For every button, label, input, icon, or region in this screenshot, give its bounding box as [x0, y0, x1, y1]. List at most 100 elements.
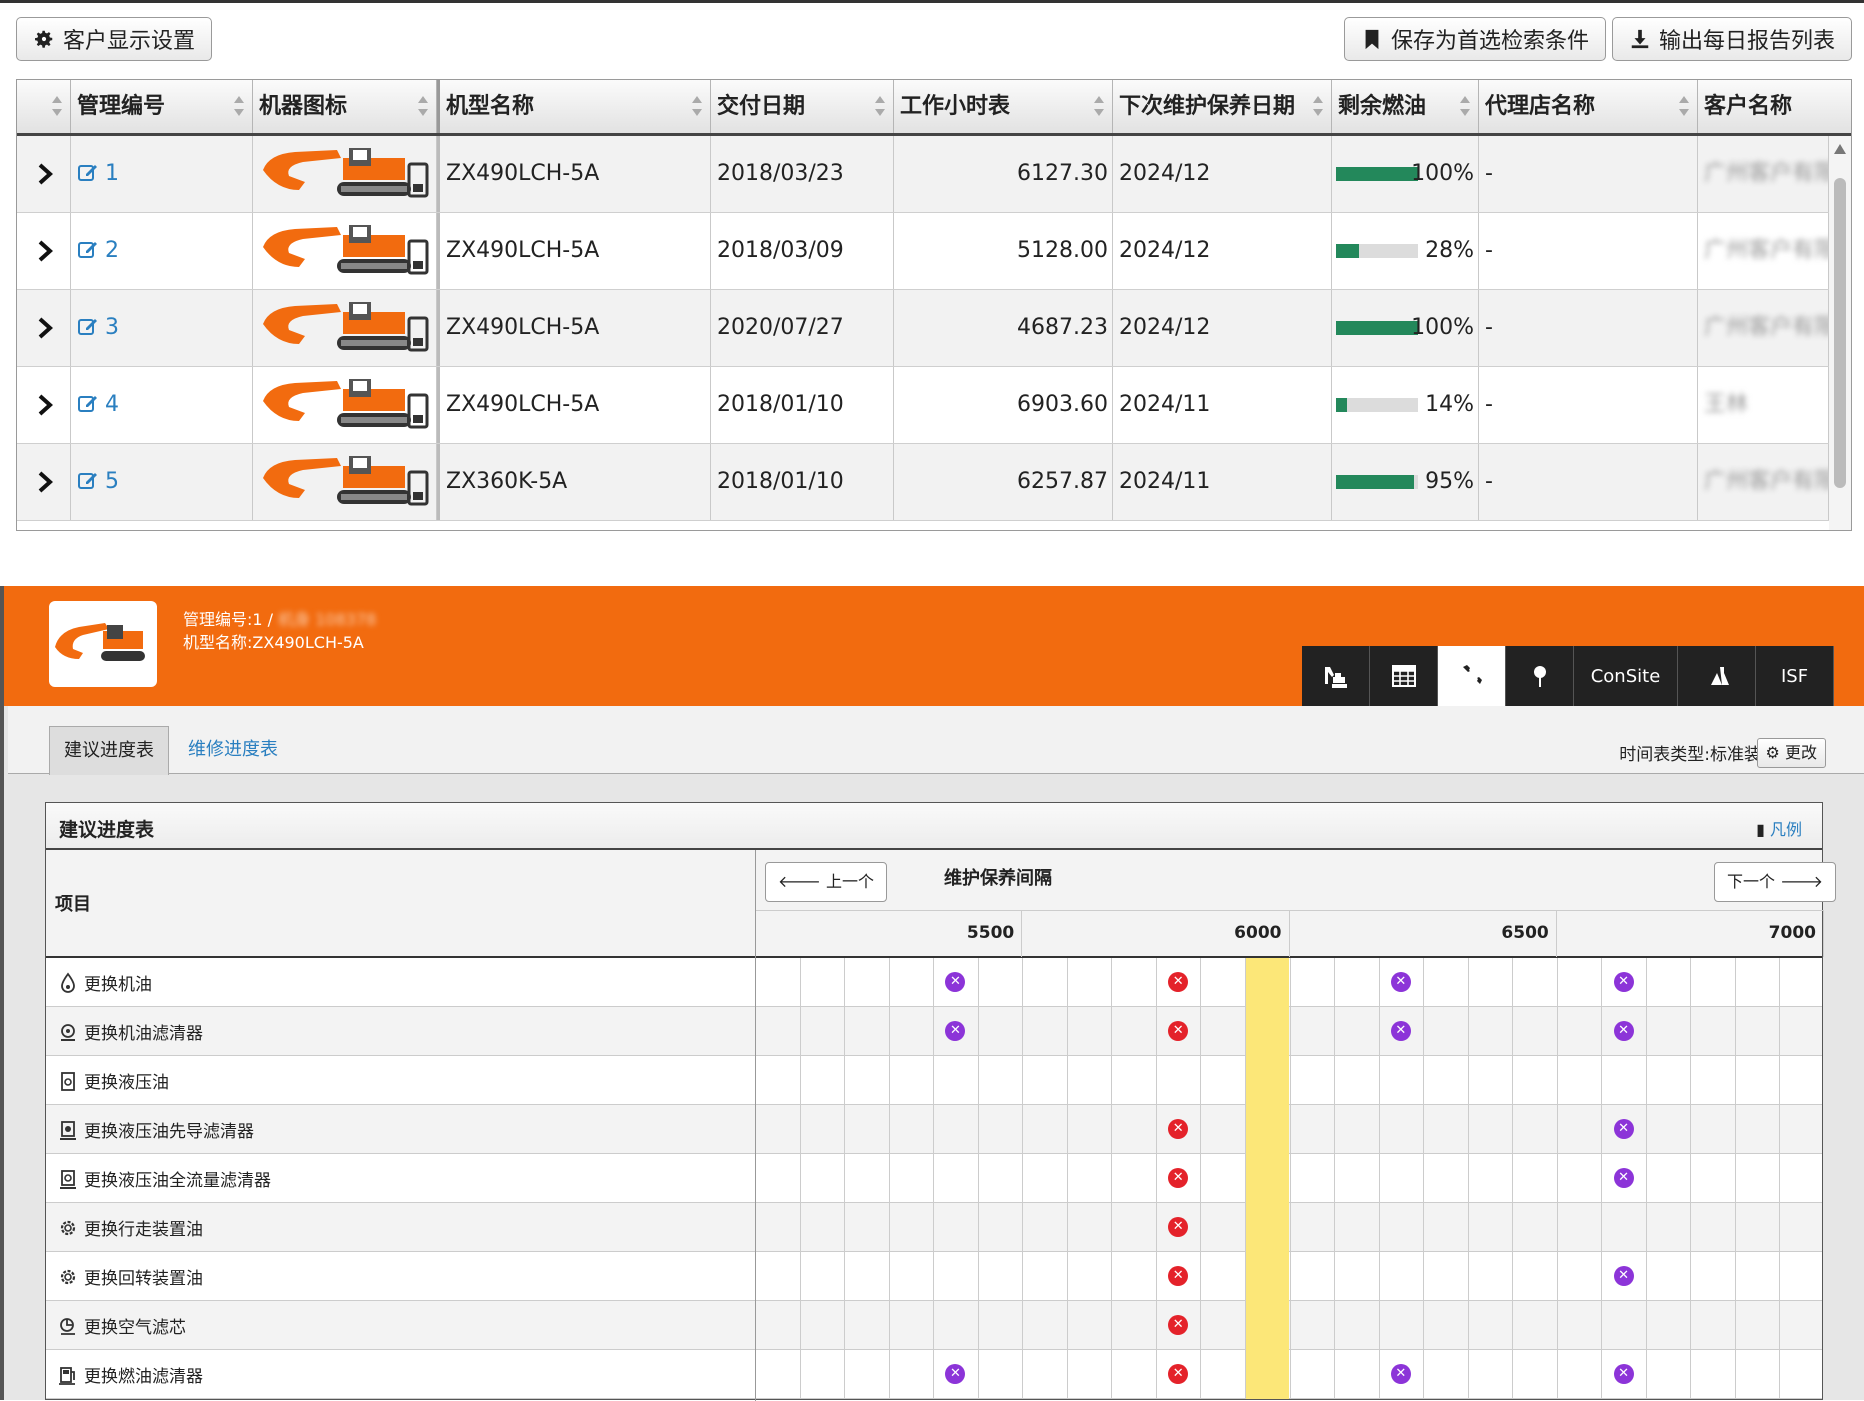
sort-icon[interactable] — [52, 94, 62, 118]
table-icon — [1391, 665, 1416, 687]
maintenance-marker-purple[interactable]: ✕ — [1613, 972, 1634, 992]
scroll-up-icon[interactable] — [1834, 144, 1846, 154]
customer-display-settings-button[interactable]: 客户显示设置 — [16, 17, 213, 61]
tab-table[interactable] — [1370, 646, 1438, 706]
grid-line — [1645, 1154, 1647, 1203]
maintenance-marker-purple[interactable]: ✕ — [1613, 1364, 1634, 1384]
header-customer[interactable]: 客户名称 — [1698, 80, 1851, 133]
save-search-button[interactable]: 保存为首选检索条件 — [1344, 17, 1607, 61]
grid-line — [1334, 1252, 1336, 1301]
grid-line — [1690, 1350, 1692, 1399]
vertical-scrollbar[interactable] — [1829, 136, 1851, 530]
edit-link[interactable]: 3 — [77, 315, 119, 340]
edit-link[interactable]: 1 — [77, 161, 119, 186]
subtab-repair[interactable]: 维修进度表 — [174, 726, 292, 775]
sort-icon[interactable] — [875, 94, 885, 118]
cell-expand[interactable] — [17, 290, 71, 366]
sort-icon[interactable] — [1094, 94, 1104, 118]
maintenance-marker-purple[interactable]: ✕ — [1613, 1168, 1634, 1188]
header-mgmt-no[interactable]: 管理编号 — [71, 80, 253, 133]
change-button[interactable]: ⚙ 更改 — [1756, 738, 1826, 768]
chevron-right-icon[interactable] — [35, 162, 57, 186]
maintenance-marker-red[interactable]: ✕ — [1168, 1021, 1189, 1041]
cell-expand[interactable] — [17, 136, 71, 212]
chevron-right-icon[interactable] — [35, 470, 57, 494]
header-label: 下次维护保养日期 — [1119, 94, 1296, 119]
chevron-right-icon[interactable] — [35, 393, 57, 417]
grid-line — [1779, 1252, 1781, 1301]
edit-link[interactable]: 5 — [77, 469, 119, 494]
tab-location[interactable] — [1506, 646, 1574, 706]
maintenance-marker-red[interactable]: ✕ — [1168, 1217, 1189, 1237]
tab-consite[interactable]: ConSite — [1574, 646, 1678, 706]
maintenance-marker-red[interactable]: ✕ — [1168, 1168, 1189, 1188]
sort-icon[interactable] — [418, 94, 428, 118]
schedule-item: 更换行走装置油 — [58, 1215, 203, 1240]
sort-icon[interactable] — [234, 94, 244, 118]
next-button[interactable]: 下一个 🡒 — [1714, 862, 1837, 902]
cell-expand[interactable] — [17, 213, 71, 289]
edit-link[interactable]: 2 — [77, 238, 119, 263]
tab-isf[interactable]: ISF — [1756, 646, 1834, 706]
grid-line — [1601, 1056, 1603, 1105]
maintenance-marker-purple[interactable]: ✕ — [945, 972, 966, 992]
cell-dealer: - — [1479, 367, 1698, 443]
grid-line — [1556, 1154, 1558, 1203]
maintenance-marker-red[interactable]: ✕ — [1168, 1119, 1189, 1139]
prev-button[interactable]: 🡐 上一个 — [765, 862, 888, 902]
maintenance-marker-red[interactable]: ✕ — [1168, 1266, 1189, 1286]
table-row[interactable]: 2 ZX490LCH-5A 2018/03/09 5128.00 2024/12 28% -… — [17, 213, 1829, 290]
maintenance-marker-red[interactable]: ✕ — [1168, 1364, 1189, 1384]
maintenance-marker-purple[interactable]: ✕ — [1613, 1021, 1634, 1041]
grid-line — [799, 1252, 801, 1301]
maintenance-marker-purple[interactable]: ✕ — [1390, 972, 1411, 992]
hour-separator — [1555, 911, 1557, 957]
legend-link[interactable]: ▮ 凡例 — [1756, 816, 1802, 840]
export-daily-report-button[interactable]: 输出每日报告列表 — [1612, 17, 1853, 61]
header-expand[interactable] — [17, 80, 71, 133]
grid-line — [1512, 1105, 1514, 1154]
maintenance-marker-red[interactable]: ✕ — [1168, 972, 1189, 992]
grid-line — [1779, 1350, 1781, 1399]
table-row[interactable]: 1 ZX490LCH-5A 2018/03/23 6127.30 2024/12 100%… — [17, 136, 1829, 213]
cell-delivery: 2018/01/10 — [711, 367, 894, 443]
maintenance-marker-purple[interactable]: ✕ — [1613, 1119, 1634, 1139]
subtab-recommended[interactable]: 建议进度表 — [49, 726, 169, 775]
sort-icon[interactable] — [1460, 94, 1470, 118]
header-hours[interactable]: 工作小时表 — [894, 80, 1113, 133]
sort-icon[interactable] — [692, 94, 702, 118]
tab-machine[interactable] — [1302, 646, 1370, 706]
grid-line — [1467, 1007, 1469, 1056]
sort-icon[interactable] — [1679, 94, 1689, 118]
header-delivery[interactable]: 交付日期 — [711, 80, 894, 133]
table-row[interactable]: 3 ZX490LCH-5A 2020/07/27 4687.23 2024/12 100%… — [17, 290, 1829, 367]
chevron-right-icon[interactable] — [35, 239, 57, 263]
header-fuel[interactable]: 剩余燃油 — [1332, 80, 1479, 133]
scroll-thumb[interactable] — [1834, 178, 1846, 488]
edit-link[interactable]: 4 — [77, 392, 119, 417]
header-model[interactable]: 机型名称 — [437, 80, 711, 133]
tab-analysis[interactable] — [1678, 646, 1756, 706]
tab-maintenance[interactable] — [1438, 646, 1506, 706]
chevron-right-icon[interactable] — [35, 316, 57, 340]
table-row[interactable]: 4 ZX490LCH-5A 2018/01/10 6903.60 2024/11 14% -… — [17, 367, 1829, 444]
header-machine-icon[interactable]: 机器图标 — [253, 80, 437, 133]
schedule-item-label: 更换机油 — [84, 975, 152, 995]
table-row[interactable]: 5 ZX360K-5A 2018/01/10 6257.87 2024/11 95% - 广州… — [17, 444, 1829, 521]
header-next-maint[interactable]: 下次维护保养日期 — [1113, 80, 1332, 133]
cell-expand[interactable] — [17, 367, 71, 443]
grid-line — [1690, 1154, 1692, 1203]
grid-line — [977, 1203, 979, 1252]
maintenance-marker-purple[interactable]: ✕ — [945, 1364, 966, 1384]
grid-line — [1289, 1056, 1291, 1105]
maintenance-marker-purple[interactable]: ✕ — [1390, 1364, 1411, 1384]
grid-line — [1690, 1105, 1692, 1154]
sort-icon[interactable] — [1313, 94, 1323, 118]
maintenance-marker-red[interactable]: ✕ — [1168, 1315, 1189, 1335]
grid-line — [1423, 1301, 1425, 1350]
maintenance-marker-purple[interactable]: ✕ — [1613, 1266, 1634, 1286]
maintenance-marker-purple[interactable]: ✕ — [1390, 1021, 1411, 1041]
cell-expand[interactable] — [17, 444, 71, 520]
header-dealer[interactable]: 代理店名称 — [1479, 80, 1698, 133]
maintenance-marker-purple[interactable]: ✕ — [945, 1021, 966, 1041]
